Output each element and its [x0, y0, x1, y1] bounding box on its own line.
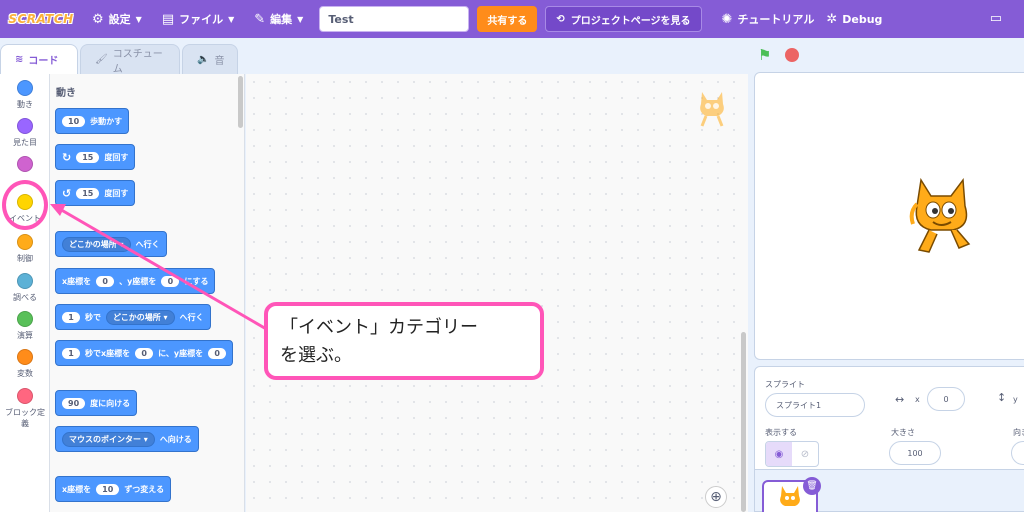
callout-line-2: を選ぶ。 — [280, 345, 352, 366]
annotation-callout: 「イベント」カテゴリー を選ぶ。 — [264, 302, 544, 380]
annotation-arrow — [50, 204, 269, 332]
callout-line-1: 「イベント」カテゴリー — [280, 317, 478, 338]
annotation-highlight-ring — [2, 180, 48, 230]
